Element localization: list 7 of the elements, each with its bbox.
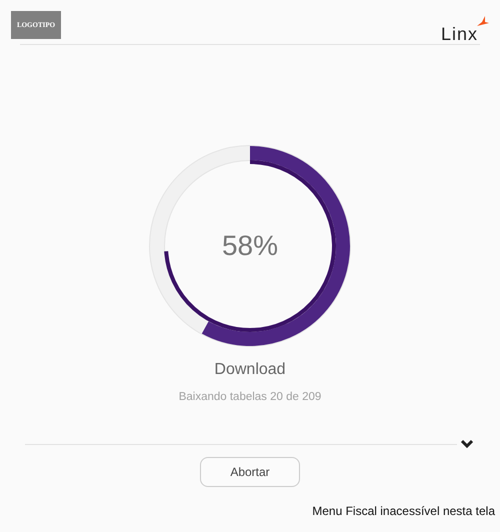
- download-title: Download: [214, 361, 286, 379]
- footer-text: Menu Fiscal inacessível nesta tela: [312, 504, 495, 518]
- abort-button[interactable]: Abortar: [200, 457, 300, 487]
- chevron-icon[interactable]: [461, 439, 473, 449]
- percentage-text: 58%: [222, 230, 278, 262]
- brand-name: Linx: [440, 23, 478, 46]
- status-text: Baixando tabelas 20 de 209: [178, 391, 322, 403]
